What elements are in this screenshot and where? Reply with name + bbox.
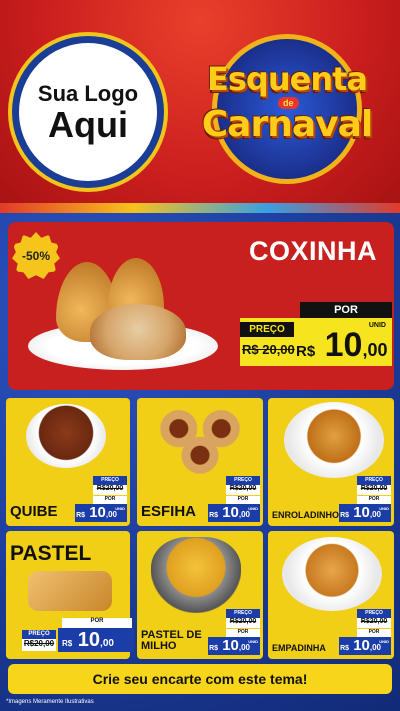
unit-label: UNID — [368, 322, 386, 329]
por-label: POR — [300, 302, 392, 318]
title-line2: Carnaval — [201, 104, 374, 145]
preco-label: PREÇO — [357, 476, 391, 485]
logo-placeholder[interactable]: Sua Logo Aqui — [12, 36, 164, 188]
price-cents: ,00 — [238, 510, 250, 519]
product-card[interactable]: ENROLADINHO PREÇO R$20,00 POR R$ 10,00 U… — [268, 398, 394, 526]
product-card[interactable]: EMPADINHA PREÇO R$20,00 POR R$ 10,00 UNI… — [268, 531, 394, 659]
disclaimer: *Imagens Meramente Ilustrativas — [6, 699, 94, 705]
pastel-image — [28, 571, 112, 611]
price-int: 10 — [89, 504, 106, 521]
old-price: R$20,00 — [93, 485, 127, 495]
mini-price: PREÇO R$20,00 POR R$ 10,00 UNID — [208, 609, 260, 655]
price-int: 10 — [77, 629, 101, 651]
cta-banner[interactable]: Crie seu encarte com este tema! — [8, 664, 392, 694]
price-int: 10 — [324, 326, 363, 364]
pastel-price: POR PREÇO R$20,00 R$ 10,00 — [22, 618, 134, 654]
product-name: PASTEL DE MILHO — [141, 628, 202, 653]
currency: R$ — [209, 645, 219, 652]
new-price: R$ 10,00 — [58, 628, 134, 652]
preco-label: PREÇO — [22, 630, 56, 639]
price-int: 10 — [222, 637, 239, 654]
old-price: R$20,00 — [357, 485, 391, 495]
currency: R$ — [296, 343, 316, 360]
currency: R$ — [62, 639, 73, 648]
empadinha-image — [282, 537, 382, 611]
unit-label: UNID — [379, 639, 389, 644]
quibe-image — [26, 404, 106, 468]
por-label: POR — [357, 496, 391, 504]
price-cents: ,00 — [100, 638, 114, 649]
logo-line2: Aqui — [48, 104, 128, 145]
esfiha-image — [147, 402, 253, 478]
preco-label: PREÇO — [93, 476, 127, 485]
price-int: 10 — [353, 504, 370, 521]
header-stripe — [0, 203, 400, 213]
currency: R$ — [340, 645, 350, 652]
preco-label: PREÇO — [226, 476, 260, 485]
title-line1: Esquenta — [207, 60, 368, 98]
old-price: R$ 20,00 — [242, 342, 295, 357]
unit-label: UNID — [379, 506, 389, 511]
price-cents: ,00 — [105, 510, 117, 519]
featured-product-name: COXINHA — [248, 236, 377, 266]
product-name: ENROLADINHO — [272, 509, 339, 520]
old-price: R$20,00 — [357, 618, 391, 628]
por-label: POR — [226, 629, 260, 637]
product-name: ESFIHA — [141, 503, 197, 521]
price-int: 10 — [353, 637, 370, 654]
carnaval-title-badge: Esquenta de Carnaval — [182, 14, 392, 196]
old-price: R$20,00 — [22, 639, 56, 651]
price-cents: ,00 — [369, 510, 381, 519]
mini-price: PREÇO R$20,00 POR R$ 10,00 UNID — [75, 476, 127, 522]
price-cents: ,00 — [238, 643, 250, 652]
currency: R$ — [209, 512, 219, 519]
price-cents: ,00 — [369, 643, 381, 652]
preco-label: PREÇO — [226, 609, 260, 618]
por-label: POR — [62, 618, 132, 628]
pastel-de-milho-image — [151, 537, 241, 613]
enroladinho-image — [284, 402, 384, 478]
por-label: POR — [93, 496, 127, 504]
old-price: R$20,00 — [226, 618, 260, 628]
currency: R$ — [76, 512, 86, 519]
product-card[interactable]: PASTEL DE MILHO PREÇO R$20,00 POR R$ 10,… — [137, 531, 263, 659]
product-card[interactable]: QUIBE PREÇO R$20,00 POR R$ 10,00 UNID — [6, 398, 130, 526]
unit-label: UNID — [115, 506, 125, 511]
mini-price: PREÇO R$20,00 POR R$ 10,00 UNID — [339, 476, 391, 522]
product-name: PASTEL — [10, 542, 92, 565]
preco-label: PREÇO — [357, 609, 391, 618]
por-label: POR — [357, 629, 391, 637]
currency: R$ — [340, 512, 350, 519]
unit-label: UNID — [248, 506, 258, 511]
coxinha-half-image — [90, 304, 186, 360]
product-name: EMPADINHA — [272, 642, 326, 653]
price-int: 10 — [222, 504, 239, 521]
featured-price-box: PREÇO R$ 20,00 R$ 10,00 UNID — [240, 318, 392, 366]
product-name: QUIBE — [10, 503, 58, 521]
unit-label: UNID — [248, 639, 258, 644]
mini-price: PREÇO R$20,00 POR R$ 10,00 UNID — [339, 609, 391, 655]
mini-price: PREÇO R$20,00 POR R$ 10,00 UNID — [208, 476, 260, 522]
new-price: R$ 10,00 — [296, 326, 388, 365]
preco-label: PREÇO — [240, 322, 294, 337]
por-label: POR — [226, 496, 260, 504]
price-cents: ,00 — [362, 340, 388, 360]
product-card[interactable]: ESFIHA PREÇO R$20,00 POR R$ 10,00 UNID — [137, 398, 263, 526]
old-price: R$20,00 — [226, 485, 260, 495]
